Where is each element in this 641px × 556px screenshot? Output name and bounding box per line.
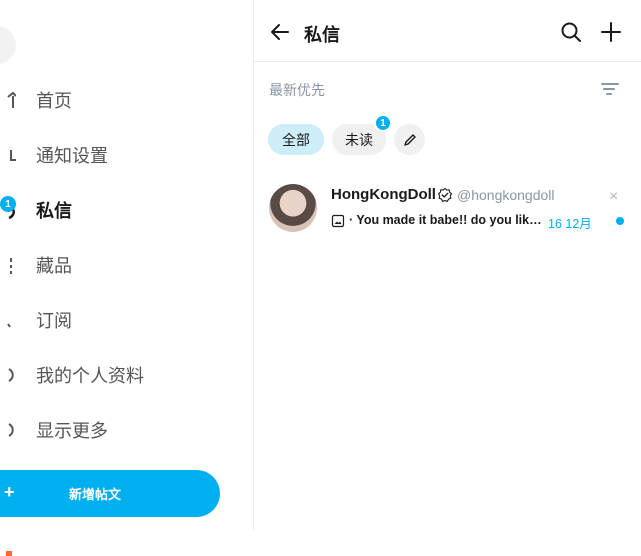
sidebar-item-collections[interactable]: 藏品 <box>0 245 240 285</box>
image-icon <box>331 214 345 228</box>
bookmark-icon <box>10 258 12 274</box>
sort-icon[interactable] <box>599 78 621 100</box>
sidebar-item-home[interactable]: 首页 <box>0 80 240 120</box>
arrow-left-icon[interactable] <box>268 20 292 44</box>
filter-unread-label: 未读 <box>345 131 373 148</box>
user-avatar[interactable] <box>0 26 16 64</box>
plus-icon: + <box>4 482 15 502</box>
search-icon[interactable] <box>559 20 583 44</box>
sidebar-nav: 首页 通知设置 1 私信 藏品 订阅 我的个人资料 显示更多 + 新增帖文 <box>0 0 253 556</box>
sidebar-item-label: 私信 <box>36 201 72 221</box>
sort-label: 最新优先 <box>269 82 325 98</box>
sidebar-item-profile[interactable]: 我的个人资料 <box>0 355 240 395</box>
sidebar-item-messages[interactable]: 1 私信 <box>0 190 240 230</box>
sidebar-item-subscriptions[interactable]: 订阅 <box>0 300 240 340</box>
decorative-mark <box>6 551 12 556</box>
bell-icon <box>10 150 16 161</box>
new-post-button[interactable]: + 新增帖文 <box>0 470 220 517</box>
profile-icon <box>8 368 14 382</box>
chat-name: HongKongDoll <box>331 186 436 203</box>
sidebar-item-label: 通知设置 <box>36 146 108 166</box>
sidebar-item-label: 首页 <box>36 91 72 111</box>
chat-handle: @hongkongdoll <box>457 187 555 203</box>
chat-list-item[interactable]: HongKongDoll @hongkongdoll × · You made … <box>254 176 641 244</box>
messages-panel: 私信 最新优先 全部 未读 1 HongKongDoll @hongkongdo… <box>254 0 641 556</box>
pencil-icon <box>403 133 416 146</box>
chat-avatar <box>269 184 317 232</box>
subscriptions-icon <box>7 323 11 328</box>
chat-date: 16 12月 <box>548 217 592 231</box>
sidebar-item-label: 藏品 <box>36 256 72 276</box>
chat-preview: · You made it babe!! do you like it? <box>349 213 544 227</box>
unread-badge: 1 <box>374 114 392 132</box>
unread-dot <box>616 217 624 225</box>
sidebar-item-more[interactable]: 显示更多 <box>0 410 240 450</box>
edit-filters-button[interactable] <box>394 124 425 155</box>
home-icon <box>7 91 16 108</box>
verified-badge-icon <box>437 187 453 202</box>
messages-header: 私信 <box>254 0 641 62</box>
sidebar-item-label: 我的个人资料 <box>36 366 144 386</box>
sidebar-item-label: 显示更多 <box>36 421 108 441</box>
filter-all[interactable]: 全部 <box>268 124 324 155</box>
messages-badge: 1 <box>0 196 16 212</box>
close-icon[interactable]: × <box>609 188 618 206</box>
filter-all-label: 全部 <box>282 131 310 148</box>
new-post-label: 新增帖文 <box>68 487 121 502</box>
plus-icon[interactable] <box>599 20 623 44</box>
page-title: 私信 <box>304 25 340 45</box>
sidebar-item-label: 订阅 <box>36 311 72 331</box>
more-icon <box>8 423 14 437</box>
sidebar-item-notifications[interactable]: 通知设置 <box>0 135 240 175</box>
